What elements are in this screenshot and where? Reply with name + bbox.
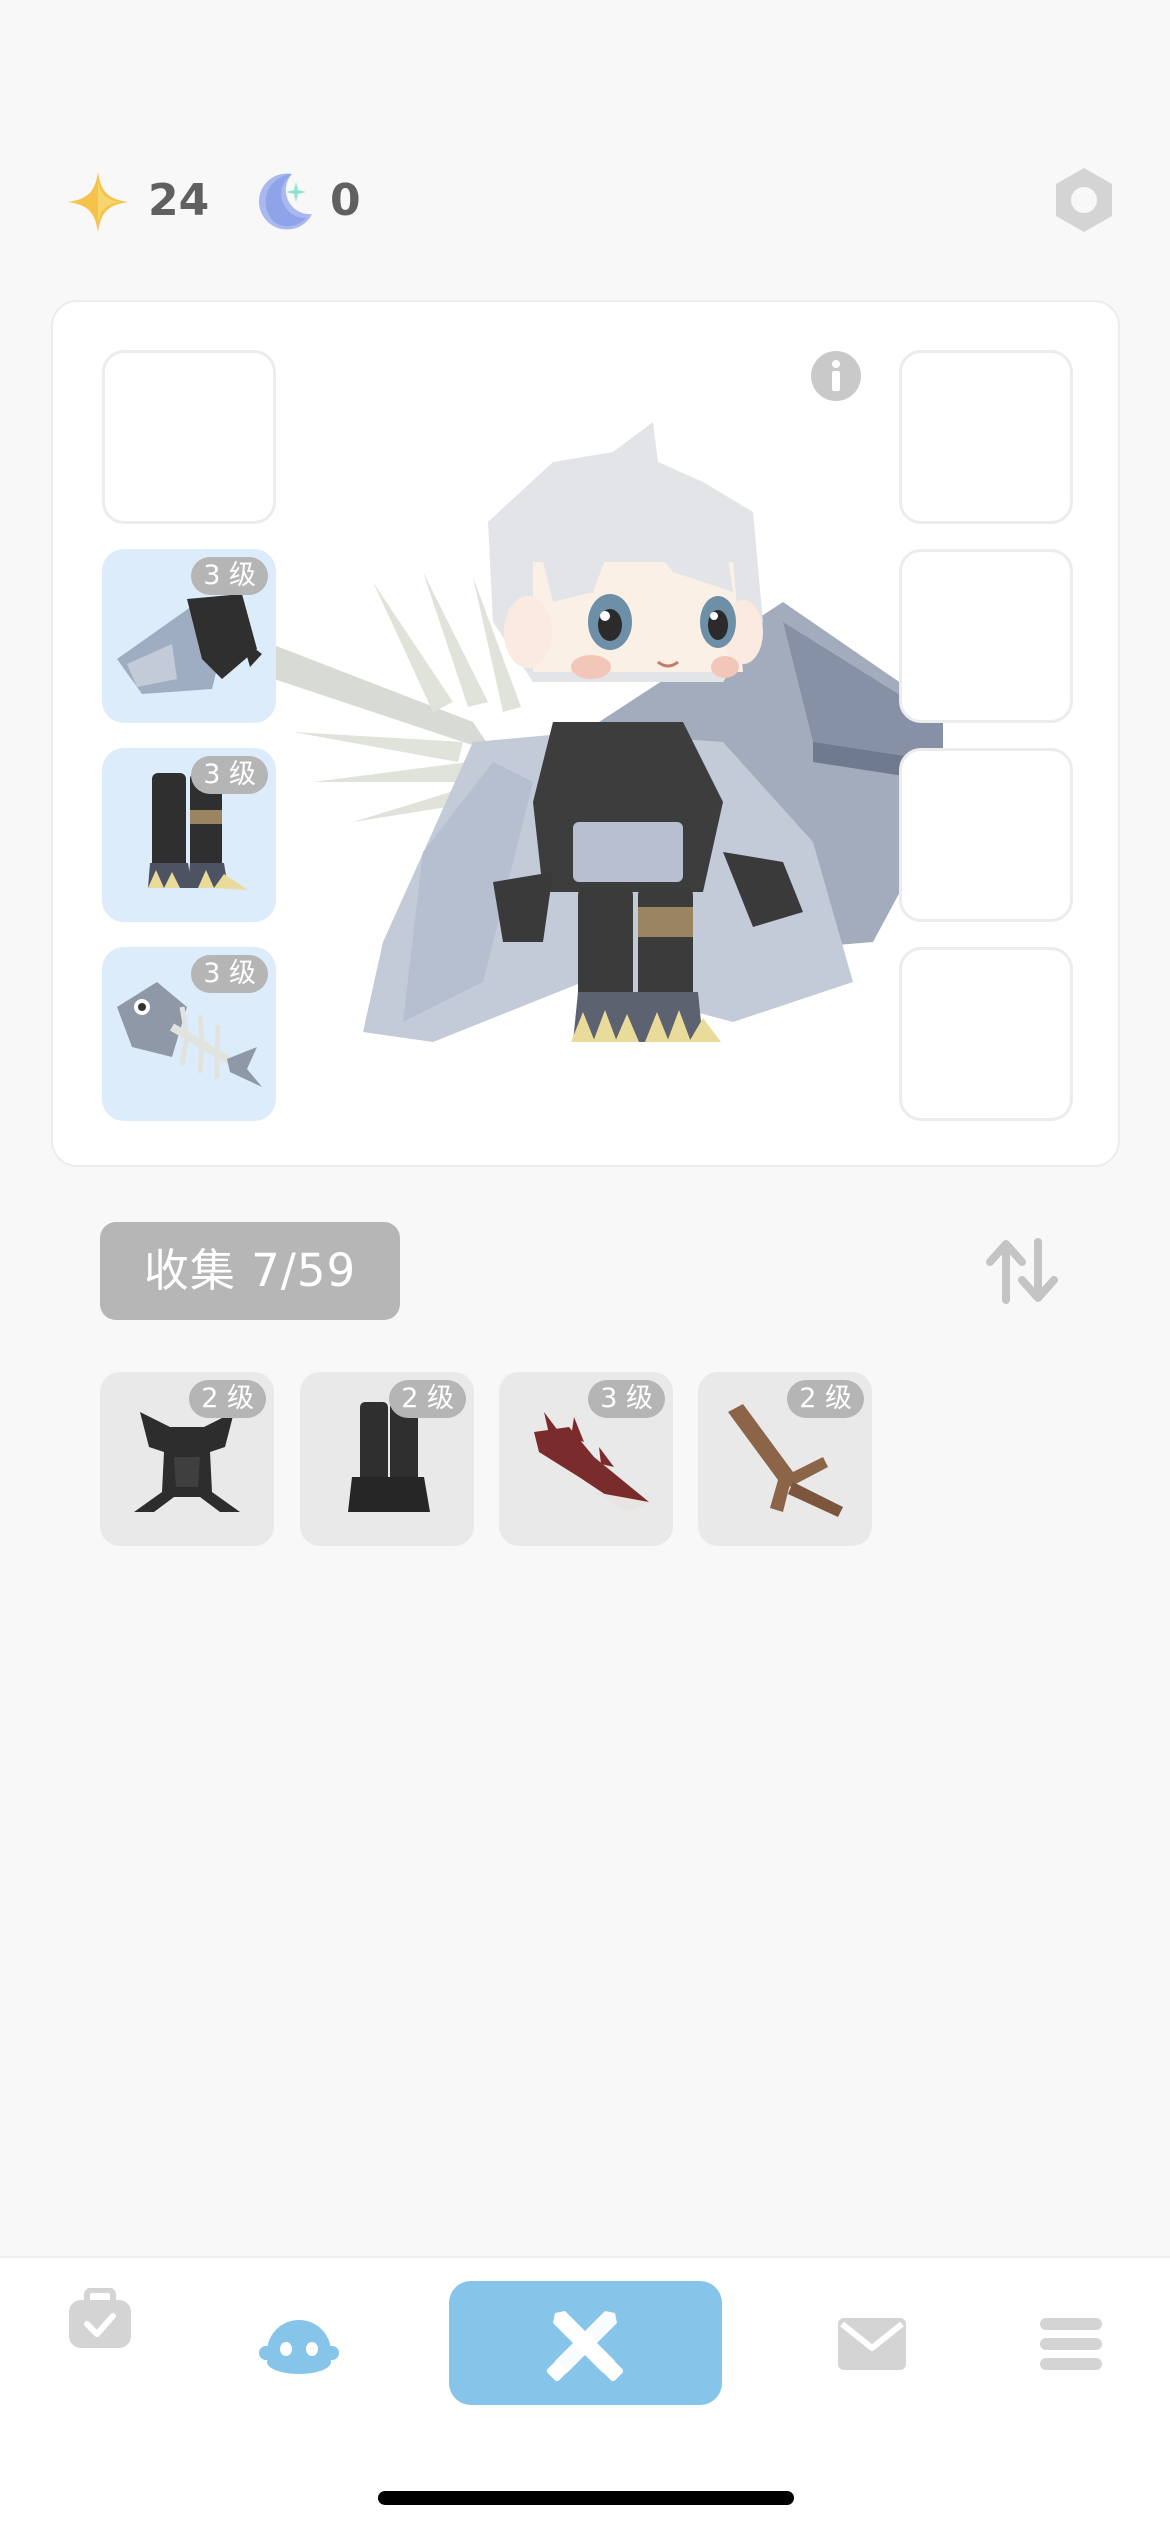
equip-slot-left-4[interactable]: 3 级 bbox=[102, 947, 276, 1121]
star-currency-icon bbox=[66, 170, 130, 234]
bag-icon[interactable] bbox=[67, 2287, 133, 2354]
moon-currency-value: 0 bbox=[330, 175, 361, 226]
info-icon[interactable] bbox=[810, 350, 862, 406]
inventory-item-4[interactable]: 2 级 bbox=[698, 1372, 872, 1546]
moon-currency-icon bbox=[254, 170, 316, 232]
battle-button[interactable] bbox=[449, 2281, 722, 2405]
equip-slot-right-4[interactable] bbox=[899, 947, 1073, 1121]
inventory-item-1[interactable]: 2 级 bbox=[100, 1372, 274, 1546]
inventory-item-2[interactable]: 2 级 bbox=[300, 1372, 474, 1546]
level-badge: 2 级 bbox=[389, 1380, 466, 1418]
equip-slot-right-1[interactable] bbox=[899, 350, 1073, 524]
level-badge: 3 级 bbox=[191, 756, 268, 794]
mail-icon[interactable] bbox=[838, 2318, 906, 2374]
inventory-item-3[interactable]: 3 级 bbox=[499, 1372, 673, 1546]
equip-slot-right-3[interactable] bbox=[899, 748, 1073, 922]
level-badge: 2 级 bbox=[787, 1380, 864, 1418]
home-indicator bbox=[378, 2491, 794, 2505]
level-badge: 3 级 bbox=[191, 557, 268, 595]
equip-slot-left-3[interactable]: 3 级 bbox=[102, 748, 276, 922]
level-badge: 3 级 bbox=[191, 955, 268, 993]
sort-icon[interactable] bbox=[984, 1238, 1060, 1308]
level-badge: 3 级 bbox=[588, 1380, 665, 1418]
crossed-swords-icon bbox=[546, 2311, 624, 2382]
equip-slot-left-2[interactable]: 3 级 bbox=[102, 549, 276, 723]
star-currency-value: 24 bbox=[148, 175, 210, 226]
equip-slot-left-1[interactable] bbox=[102, 350, 276, 524]
equip-slot-right-2[interactable] bbox=[899, 549, 1073, 723]
character-preview-image bbox=[253, 422, 943, 1042]
menu-icon[interactable] bbox=[1040, 2318, 1102, 2374]
level-badge: 2 级 bbox=[189, 1380, 266, 1418]
settings-hexagon-icon[interactable] bbox=[1052, 165, 1116, 239]
character-card: 3 级 3 级 3 级 bbox=[51, 300, 1120, 1167]
character-icon[interactable] bbox=[259, 2312, 339, 2380]
collection-button[interactable]: 收集 7/59 bbox=[100, 1222, 400, 1320]
